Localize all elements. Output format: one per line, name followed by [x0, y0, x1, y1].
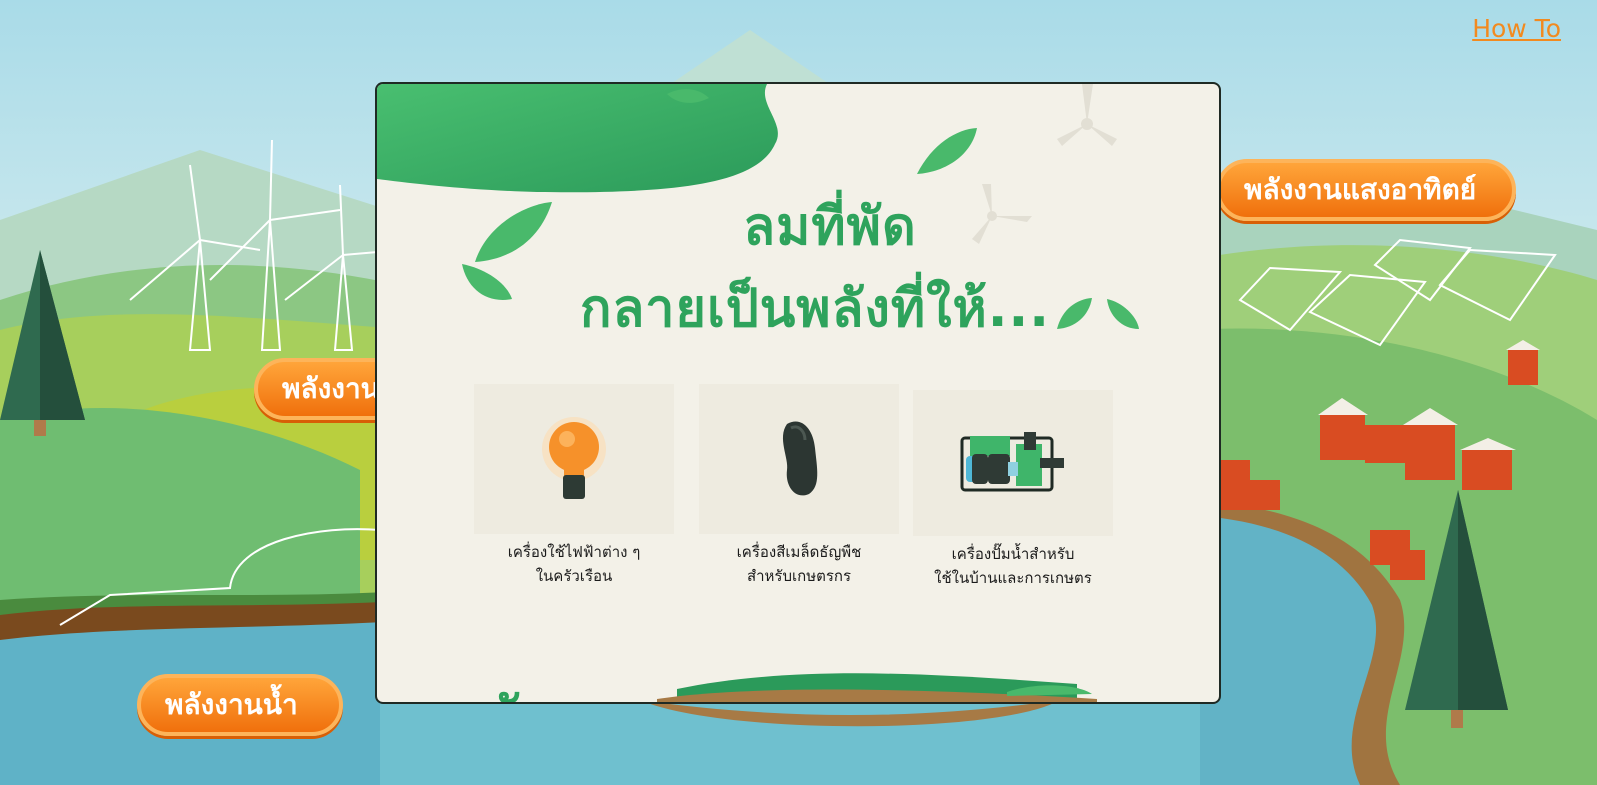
card-image: [474, 384, 674, 534]
water-pump-icon: [960, 432, 1064, 492]
card-image: [699, 384, 899, 534]
card-caption-line2: ใช้ในบ้านและการเกษตร: [934, 569, 1092, 587]
grain-mill-icon: [782, 421, 818, 496]
card-caption-line1: เครื่องปั๊มน้ำสำหรับ: [951, 545, 1075, 563]
modal-section-heading-peek: ลังงาน: [487, 674, 787, 702]
card-image: [913, 390, 1113, 536]
card-caption-line1: เครื่องสีเมล็ดธัญพืช: [736, 543, 862, 561]
card-caption-line2: ในครัวเรือน: [535, 567, 613, 585]
light-bulb-icon: [542, 417, 606, 499]
card-caption-line2: สำหรับเกษตรกร: [746, 567, 852, 585]
modal-headline-line1: ลมที่พัด: [743, 197, 917, 257]
card-caption-line1: เครื่องใช้ไฟฟ้าต่าง ๆ: [507, 543, 641, 561]
card-household-appliances: เครื่องใช้ไฟฟ้าต่าง ๆ ในครัวเรือน: [474, 384, 674, 588]
card-water-pump: เครื่องปั๊มน้ำสำหรับ ใช้ในบ้านและการเกษต…: [913, 390, 1113, 590]
how-to-link[interactable]: How To: [1472, 14, 1561, 43]
card-grain-mill: เครื่องสีเมล็ดธัญพืช สำหรับเกษตรกร: [699, 384, 899, 588]
modal-headline-line2: กลายเป็นพลังที่ให้...: [579, 279, 1051, 339]
map-scene: How To พลังงานแสงอาทิตย์ พลังงานลม พลังง…: [0, 0, 1597, 785]
solar-energy-button[interactable]: พลังงานแสงอาทิตย์: [1216, 159, 1516, 221]
solar-energy-label: พลังงานแสงอาทิตย์: [1244, 173, 1477, 206]
wind-energy-modal[interactable]: ลมที่พัด กลายเป็นพลังที่ให้... ลังงาน เค…: [375, 82, 1221, 704]
water-energy-button[interactable]: พลังงานน้ำ: [137, 674, 343, 736]
water-energy-label: พลังงานน้ำ: [165, 688, 298, 721]
